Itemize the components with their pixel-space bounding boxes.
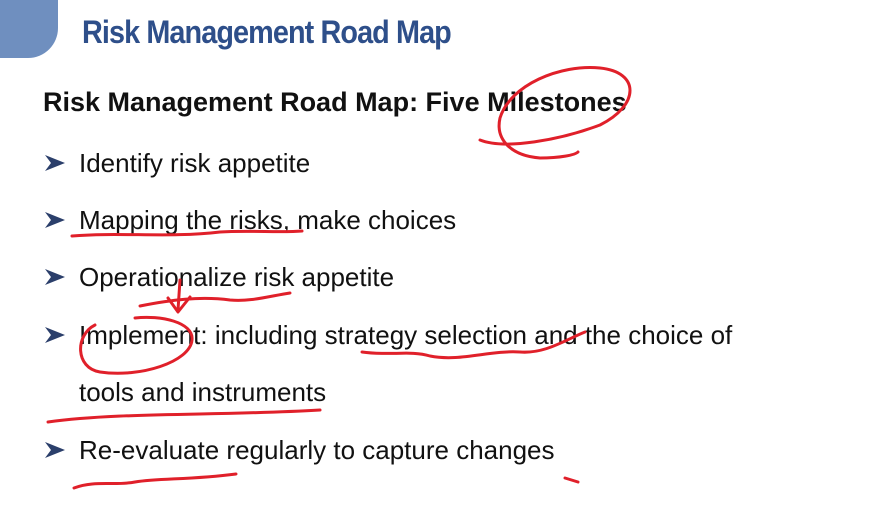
corner-tab-decoration: [0, 0, 58, 58]
bullet-item: Implement: including strategy selection …: [43, 320, 732, 350]
underline-annotation: [46, 408, 322, 424]
squiggle-annotation: [138, 291, 292, 308]
bullet-text: Re-evaluate regularly to capture changes: [79, 435, 555, 465]
bullet-text: Mapping the risks, make choices: [79, 205, 457, 235]
squiggle-annotation: [72, 472, 238, 490]
bullet-text: Implement: including strategy selection …: [79, 320, 733, 350]
bullet-continuation-text: tools and instruments: [79, 377, 327, 407]
arrow-bullet-icon: [45, 269, 65, 285]
arrow-bullet-icon: [45, 212, 65, 228]
bullet-item: Identify risk appetite: [43, 148, 310, 178]
slide: Risk Management Road Map Risk Management…: [0, 0, 896, 526]
bullet-item: Operationalize risk appetite: [43, 262, 394, 292]
tick-annotation: [563, 476, 580, 484]
slide-title: Risk Management Road Map: [82, 14, 452, 50]
section-heading: Risk Management Road Map: Five Milestone…: [43, 87, 627, 117]
bullet-text: Operationalize risk appetite: [79, 262, 395, 292]
bullet-text: Identify risk appetite: [79, 148, 311, 178]
arrow-bullet-icon: [45, 442, 65, 458]
arrow-bullet-icon: [45, 155, 65, 171]
arrow-bullet-icon: [45, 327, 65, 343]
bullet-item: Mapping the risks, make choices: [43, 205, 456, 235]
bullet-item: Re-evaluate regularly to capture changes: [43, 435, 555, 465]
